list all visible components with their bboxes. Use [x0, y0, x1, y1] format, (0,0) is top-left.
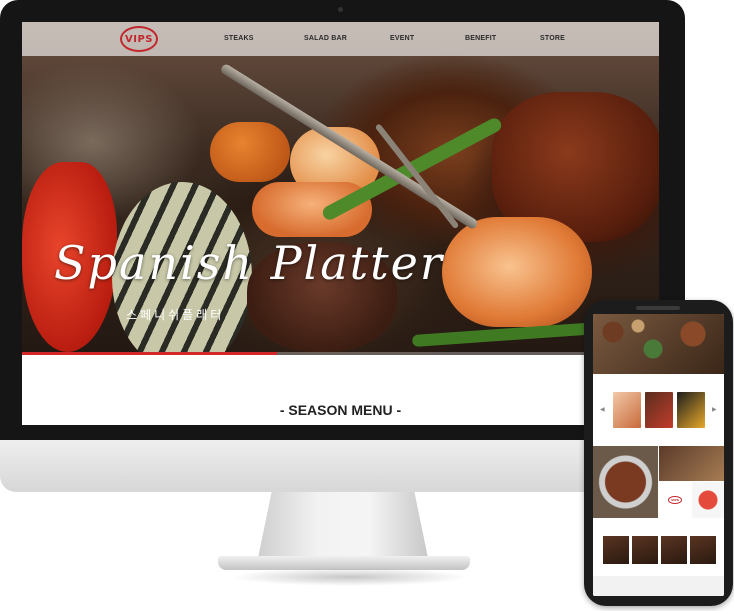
mobile-footer	[593, 576, 724, 596]
slide-progress-bar	[22, 352, 659, 355]
mobile-logo-text: VIPS	[668, 496, 682, 504]
camera-icon	[338, 7, 343, 12]
chevron-left-icon[interactable]: ◀	[600, 406, 605, 413]
logo-text: VIPS	[125, 33, 153, 45]
mobile-thumb[interactable]	[690, 536, 716, 564]
mobile-thumb[interactable]	[632, 536, 658, 564]
shrimp-image	[442, 217, 592, 327]
mobile-hero-image	[593, 314, 724, 374]
top-navigation: VIPS STEAKS SALAD BAR EVENT BENEFIT STOR…	[22, 22, 659, 56]
mobile-thumb[interactable]	[661, 536, 687, 564]
mobile-food-image[interactable]	[659, 446, 724, 481]
mobile-image-grid: VIPS	[593, 446, 724, 518]
monitor-stand	[258, 492, 428, 558]
nav-item-store[interactable]: STORE	[540, 35, 565, 42]
sausage-image	[210, 122, 290, 182]
mobile-menu-card[interactable]	[613, 392, 641, 428]
monitor-chin	[0, 440, 685, 492]
vips-logo[interactable]: VIPS	[120, 26, 158, 52]
mobile-dessert-image[interactable]	[692, 482, 724, 518]
shrimp-image	[252, 182, 372, 237]
desktop-screen: VIPS STEAKS SALAD BAR EVENT BENEFIT STOR…	[22, 22, 659, 425]
nav-item-benefit[interactable]: BENEFIT	[465, 35, 496, 42]
smartphone-device: ◀ ▶ VIPS	[584, 300, 733, 606]
mobile-steak-image[interactable]	[593, 446, 658, 518]
nav-item-salad-bar[interactable]: SALAD BAR	[304, 35, 347, 42]
hero-subtitle: 스페니쉬플래터	[126, 308, 225, 322]
phone-speaker	[636, 306, 680, 310]
chevron-right-icon[interactable]: ▶	[712, 406, 717, 413]
season-menu-title: - SEASON MENU -	[279, 402, 402, 418]
mobile-logo-tile[interactable]: VIPS	[659, 482, 691, 518]
slide-progress-fill	[22, 352, 277, 355]
mobile-menu-card[interactable]	[677, 392, 705, 428]
nav-item-event[interactable]: EVENT	[390, 35, 414, 42]
mobile-thumb[interactable]	[603, 536, 629, 564]
nav-item-steaks[interactable]: STEAKS	[224, 35, 254, 42]
hero-title: Spanish Platter	[54, 236, 444, 290]
mobile-screen: ◀ ▶ VIPS	[593, 314, 724, 596]
stand-shadow	[230, 568, 470, 586]
mobile-menu-card[interactable]	[645, 392, 673, 428]
hero-banner: VIPS STEAKS SALAD BAR EVENT BENEFIT STOR…	[22, 22, 659, 355]
